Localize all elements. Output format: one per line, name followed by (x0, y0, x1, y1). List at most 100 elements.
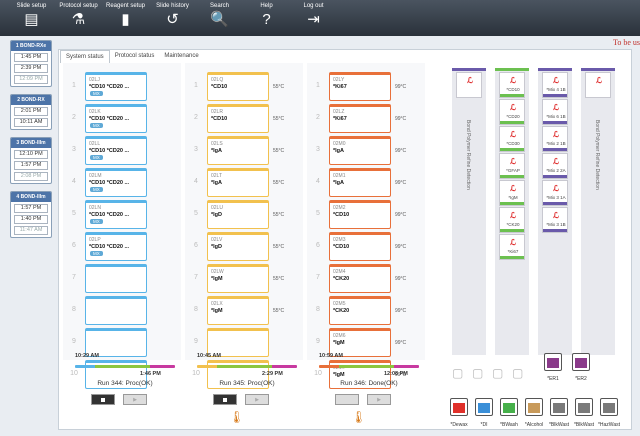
slide-slot[interactable]: 02LN *CD10 *CD20 ... MX (85, 200, 147, 229)
reagent-container[interactable]: ℒ *CD20 (499, 99, 525, 125)
reagent-container[interactable]: ℒ *Mix 2 1B (542, 126, 568, 152)
reagent-container[interactable]: ℒ *CD30 (499, 126, 525, 152)
slide-slot[interactable]: 02LY *Ki67 (329, 72, 391, 101)
run-time[interactable]: 1:57 PM (14, 161, 48, 170)
slide-slot[interactable]: 02M5 *CK20 (329, 296, 391, 325)
thermometer-icon: 🌡 (229, 410, 245, 424)
slide-slot[interactable]: 02LQ *CD10 (207, 72, 269, 101)
slide-slot[interactable]: 02LT *IgA (207, 168, 269, 197)
stop-button[interactable] (213, 394, 237, 405)
run-time[interactable]: 1:40 PM (14, 215, 48, 224)
status-tabs: System status Protocol status Maintenance (60, 50, 204, 63)
reagent-container[interactable]: ℒ *IgM (499, 180, 525, 206)
run-time[interactable]: 12:10 PM (14, 150, 48, 159)
run-time[interactable]: 10:11 AM (14, 118, 48, 127)
reagent-container[interactable]: ℒ *Mix 2 2A (542, 153, 568, 179)
instrument-group[interactable]: 3 BOND-IIIm 12:10 PM 1:57 PM 2:08 PM (10, 137, 52, 184)
slot-number: 6 (316, 242, 320, 249)
run-time[interactable]: 1:57 PM (14, 204, 48, 213)
bulk-reagent-bottle[interactable] (525, 398, 543, 416)
slide-badge: MX (90, 155, 103, 160)
reagent-name: *CD30 (506, 141, 520, 146)
toolbar-slide-history-button[interactable]: Slide history ↺ (149, 0, 196, 36)
bulk-reagent-bottle[interactable] (575, 398, 593, 416)
leica-logo: ℒ (510, 211, 516, 220)
slide-slot[interactable]: 02LZ *Ki67 (329, 104, 391, 133)
play-button[interactable]: ▶ (245, 394, 269, 405)
tab-protocol-status[interactable]: Protocol status (110, 50, 160, 63)
small-reagent-bottle[interactable] (544, 353, 562, 371)
progress-bar (75, 365, 175, 368)
slide-slot[interactable]: 02LJ *CD10 *CD20 ... MX (85, 72, 147, 101)
slide-slot[interactable]: 02LX *IgM (207, 296, 269, 325)
slide-slot[interactable]: 02LR *CD10 (207, 104, 269, 133)
small-reagent-bottle[interactable] (572, 353, 590, 371)
run-time[interactable]: 2:08 PM (14, 172, 48, 181)
slide-temperature: 99°C (395, 212, 407, 218)
help-icon: ? (262, 11, 271, 28)
slide-slot[interactable]: 02M0 *IgA (329, 136, 391, 165)
toolbar-slide-setup-button[interactable]: Slide setup ▤ (8, 0, 55, 36)
play-button[interactable]: ▶ (367, 394, 391, 405)
instrument-group[interactable]: 2 BOND-RX 2:01 PM 10:11 AM (10, 94, 52, 130)
instrument-group[interactable]: 1 BOND-RXe 1:45 PM 2:39 PM 12:09 PM (10, 40, 52, 87)
bulk-reagent-bottle[interactable] (450, 398, 468, 416)
bulk-reagent-bottle[interactable] (475, 398, 493, 416)
empty-slide-slot[interactable] (85, 264, 147, 293)
slide-slot[interactable]: 02M3 *CD10 (329, 232, 391, 261)
reagent-name: *Mix 3 1A (546, 195, 566, 200)
tab-maintenance[interactable]: Maintenance (159, 50, 203, 63)
toolbar-help-button[interactable]: Help? (243, 0, 290, 36)
tab-system-status[interactable]: System status (60, 50, 110, 63)
run-time[interactable]: 2:39 PM (14, 64, 48, 73)
toolbar-protocol-setup-button[interactable]: Protocol setup ⚗ (55, 0, 102, 36)
reagent-container[interactable]: ℒ *CK20 (499, 207, 525, 233)
reagent-container[interactable]: ℒ (585, 72, 611, 98)
slot-number: 1 (316, 82, 320, 89)
toolbar-reagent-setup-button[interactable]: Reagent setup ▮ (102, 0, 149, 36)
slide-marker: *CK20 (333, 308, 350, 314)
play-button[interactable]: ▶ (123, 394, 147, 405)
slide-slot[interactable]: 02M1 *IgA (329, 168, 391, 197)
run-start-time: 10:29 AM (75, 353, 99, 359)
reagent-container[interactable]: ℒ *CD10 (499, 72, 525, 98)
slide-marker: *IgA (333, 180, 344, 186)
reagent-container[interactable]: ℒ *Ki67 (499, 234, 525, 260)
run-time[interactable]: 12:09 PM (14, 75, 48, 84)
slide-slot[interactable]: 02LU *IgD (207, 200, 269, 229)
bulk-reagent-bottle[interactable] (600, 398, 618, 416)
instrument-sidebar: 1 BOND-RXe 1:45 PM 2:39 PM 12:09 PM 2 BOND-R… (10, 40, 52, 245)
slide-id: 02M0 (333, 141, 346, 147)
toolbar-log-out-button[interactable]: Log out ⇥ (290, 0, 337, 36)
run-time[interactable]: 11:47 AM (14, 226, 48, 235)
slide-slot[interactable]: 02LM *CD10 *CD20 ... MX (85, 168, 147, 197)
slide-slot[interactable]: 02LP *CD10 *CD20 ... MX (85, 232, 147, 261)
toolbar-search-button[interactable]: Search 🔍 (196, 0, 243, 36)
run-time[interactable]: 1:45 PM (14, 53, 48, 62)
bulk-reagent-bottle[interactable] (550, 398, 568, 416)
stop-button[interactable] (335, 394, 359, 405)
bulk-reagent-bottle[interactable] (500, 398, 518, 416)
reagent-container[interactable]: ℒ *Mix 4 1B (542, 72, 568, 98)
reagent-container[interactable]: ℒ *GFAP (499, 153, 525, 179)
slide-slot[interactable]: 02LW *IgM (207, 264, 269, 293)
slide-slot[interactable]: 02LS *IgA (207, 136, 269, 165)
instrument-group[interactable]: 4 BOND-IIIm 1:57 PM 1:40 PM 11:47 AM (10, 191, 52, 238)
slide-slot[interactable]: 02LL *CD10 *CD20 ... MX (85, 136, 147, 165)
stop-button[interactable] (91, 394, 115, 405)
leica-logo: ℒ (553, 76, 559, 85)
reagent-container[interactable]: ℒ *Mix 6 1B (542, 99, 568, 125)
run-time[interactable]: 2:01 PM (14, 107, 48, 116)
empty-slide-slot[interactable] (85, 296, 147, 325)
slide-marker: *IgM (333, 340, 345, 346)
reagent-container[interactable]: ℒ (456, 72, 482, 98)
slide-slot[interactable]: 02LV *IgD (207, 232, 269, 261)
slide-slot[interactable]: 02M4 *CK20 (329, 264, 391, 293)
bottle-label: *Dewax (450, 422, 468, 428)
slide-id: 02LJ (89, 77, 100, 83)
leica-logo: ℒ (510, 130, 516, 139)
slide-slot[interactable]: 02M2 *CD10 (329, 200, 391, 229)
reagent-container[interactable]: ℒ *Mix 3 1B (542, 207, 568, 233)
reagent-container[interactable]: ℒ *Mix 3 1A (542, 180, 568, 206)
slide-slot[interactable]: 02LK *CD10 *CD20 ... MX (85, 104, 147, 133)
